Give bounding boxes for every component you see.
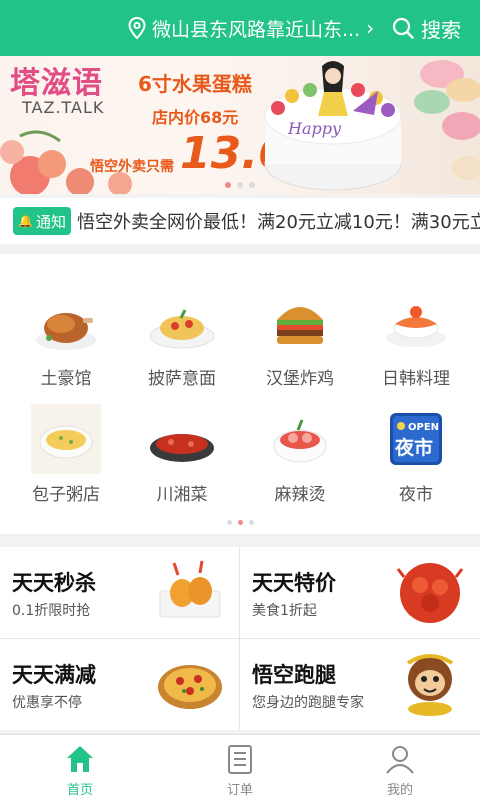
- tab-label: 订单: [226, 783, 253, 798]
- home-icon: [67, 746, 93, 772]
- promo-title: 天天特价: [252, 571, 336, 595]
- banner-promo-prefix: 悟空外卖只需: [90, 159, 174, 175]
- burger-icon: [277, 307, 323, 344]
- night-market-badge-main: 夜市: [394, 436, 433, 459]
- category-label: 披萨意面: [148, 369, 216, 389]
- top-bar: 微山县东风路靠近山东... › 搜索: [0, 0, 480, 56]
- location-pin-icon: [128, 17, 146, 39]
- banner-dot[interactable]: [237, 182, 243, 188]
- bottom-tab-bar: 首页 订单 我的: [0, 734, 480, 800]
- category-label: 汉堡炸鸡: [266, 369, 334, 389]
- category-item[interactable]: 土豪馆: [6, 288, 126, 389]
- category-page-dot[interactable]: [237, 520, 243, 525]
- promo-title: 天天满减: [12, 663, 96, 687]
- promo-subtitle: 美食1折起: [252, 603, 317, 619]
- search-label: 搜索: [421, 17, 461, 42]
- location-text: 微山县东风路靠近山东...: [152, 18, 361, 41]
- banner-brand-en: TAZ.TALK: [22, 98, 105, 117]
- promo-title: 悟空跑腿: [252, 663, 336, 687]
- order-list-icon: [228, 745, 252, 774]
- banner-dot[interactable]: [249, 182, 255, 188]
- hotpot-bowl-icon: [273, 419, 327, 463]
- category-item[interactable]: 包子粥店: [6, 404, 126, 505]
- night-market-badge-top: OPEN: [408, 422, 439, 433]
- cake-image: Happy: [264, 61, 402, 191]
- category-page-dot[interactable]: [226, 520, 232, 525]
- promo-title: 天天秒杀: [12, 571, 96, 595]
- category-label: 麻辣烫: [274, 485, 326, 505]
- category-label: 川湘菜: [156, 485, 208, 505]
- location-selector[interactable]: 微山县东风路靠近山东... ›: [128, 14, 374, 42]
- notice-text: 悟空外卖全网价最低！满20元立减10元！满30元立减15元: [77, 212, 480, 233]
- pizza-icon: [158, 665, 222, 709]
- search-button[interactable]: 搜索: [392, 13, 461, 43]
- tab-orders[interactable]: 订单: [200, 743, 280, 798]
- banner-headline: 6寸水果蛋糕: [138, 72, 252, 96]
- notice-tag: 🔔 通知: [13, 207, 71, 235]
- promo-banner[interactable]: 塔滋语 TAZ.TALK 6寸水果蛋糕 店内价68元 悟空外卖只需 13.6 H…: [0, 56, 480, 194]
- cake-text: Happy: [287, 119, 342, 138]
- notice-tag-label: 通知: [35, 212, 66, 231]
- promo-subtitle: 优惠享不停: [12, 695, 82, 711]
- night-market-icon: OPEN 夜市: [390, 413, 442, 465]
- fried-shrimp-icon: [159, 560, 221, 618]
- promo-special[interactable]: 天天特价 美食1折起: [240, 547, 480, 638]
- promo-subtitle: 您身边的跑腿专家: [252, 695, 364, 711]
- banner-store-price: 店内价68元: [152, 108, 239, 127]
- category-grid: 土豪馆 披萨意面 汉堡炸鸡 日韩料理 包子粥店 川湘菜 麻辣烫 OPEN 夜市 …: [0, 254, 480, 534]
- category-item[interactable]: OPEN 夜市 夜市: [356, 404, 476, 505]
- promo-divider-horizontal: [0, 638, 480, 639]
- category-item[interactable]: 汉堡炸鸡: [240, 288, 360, 389]
- category-page-dot[interactable]: [248, 520, 254, 525]
- user-icon: [386, 746, 414, 774]
- banner-dot[interactable]: [225, 182, 231, 188]
- promo-subtitle: 0.1折限时抢: [12, 603, 91, 619]
- promo-grid: 天天秒杀 0.1折限时抢 天天特价 美食1折起 天天满减 优惠享不停 悟空跑腿 …: [0, 547, 480, 730]
- category-label: 土豪馆: [40, 369, 92, 389]
- tab-home[interactable]: 首页: [40, 743, 120, 798]
- promo-seckill[interactable]: 天天秒杀 0.1折限时抢: [0, 547, 240, 638]
- banner-pager: [0, 182, 480, 188]
- category-item[interactable]: 川湘菜: [122, 404, 242, 505]
- porridge-icon: [31, 404, 101, 474]
- banner-brand: 塔滋语: [10, 66, 103, 101]
- crayfish-icon: [396, 563, 464, 623]
- macarons-decoration: [414, 60, 480, 180]
- category-label: 夜市: [399, 485, 433, 505]
- chevron-right-icon: ›: [366, 16, 375, 40]
- category-label: 日韩料理: [382, 369, 450, 389]
- category-item[interactable]: 日韩料理: [356, 288, 476, 389]
- sushi-icon: [386, 306, 446, 347]
- category-label: 包子粥店: [32, 485, 100, 505]
- bell-icon: 🔔: [18, 214, 33, 228]
- promo-errand[interactable]: 悟空跑腿 您身边的跑腿专家: [240, 639, 480, 730]
- promo-discount[interactable]: 天天满减 优惠享不停: [0, 639, 240, 730]
- pasta-icon: [149, 309, 215, 349]
- roast-chicken-icon: [36, 313, 96, 350]
- tab-label: 我的: [386, 783, 413, 798]
- tab-label: 首页: [66, 783, 93, 798]
- notice-bar[interactable]: 🔔 通知 悟空外卖全网价最低！满20元立减10元！满30元立减15元: [0, 198, 480, 244]
- category-item[interactable]: 麻辣烫: [240, 404, 360, 505]
- search-icon: [392, 17, 414, 39]
- monkey-mascot-icon: [406, 654, 454, 716]
- category-pager: [0, 520, 480, 525]
- tab-profile[interactable]: 我的: [360, 743, 440, 798]
- category-item[interactable]: 披萨意面: [122, 288, 242, 389]
- spicy-fish-icon: [150, 434, 214, 462]
